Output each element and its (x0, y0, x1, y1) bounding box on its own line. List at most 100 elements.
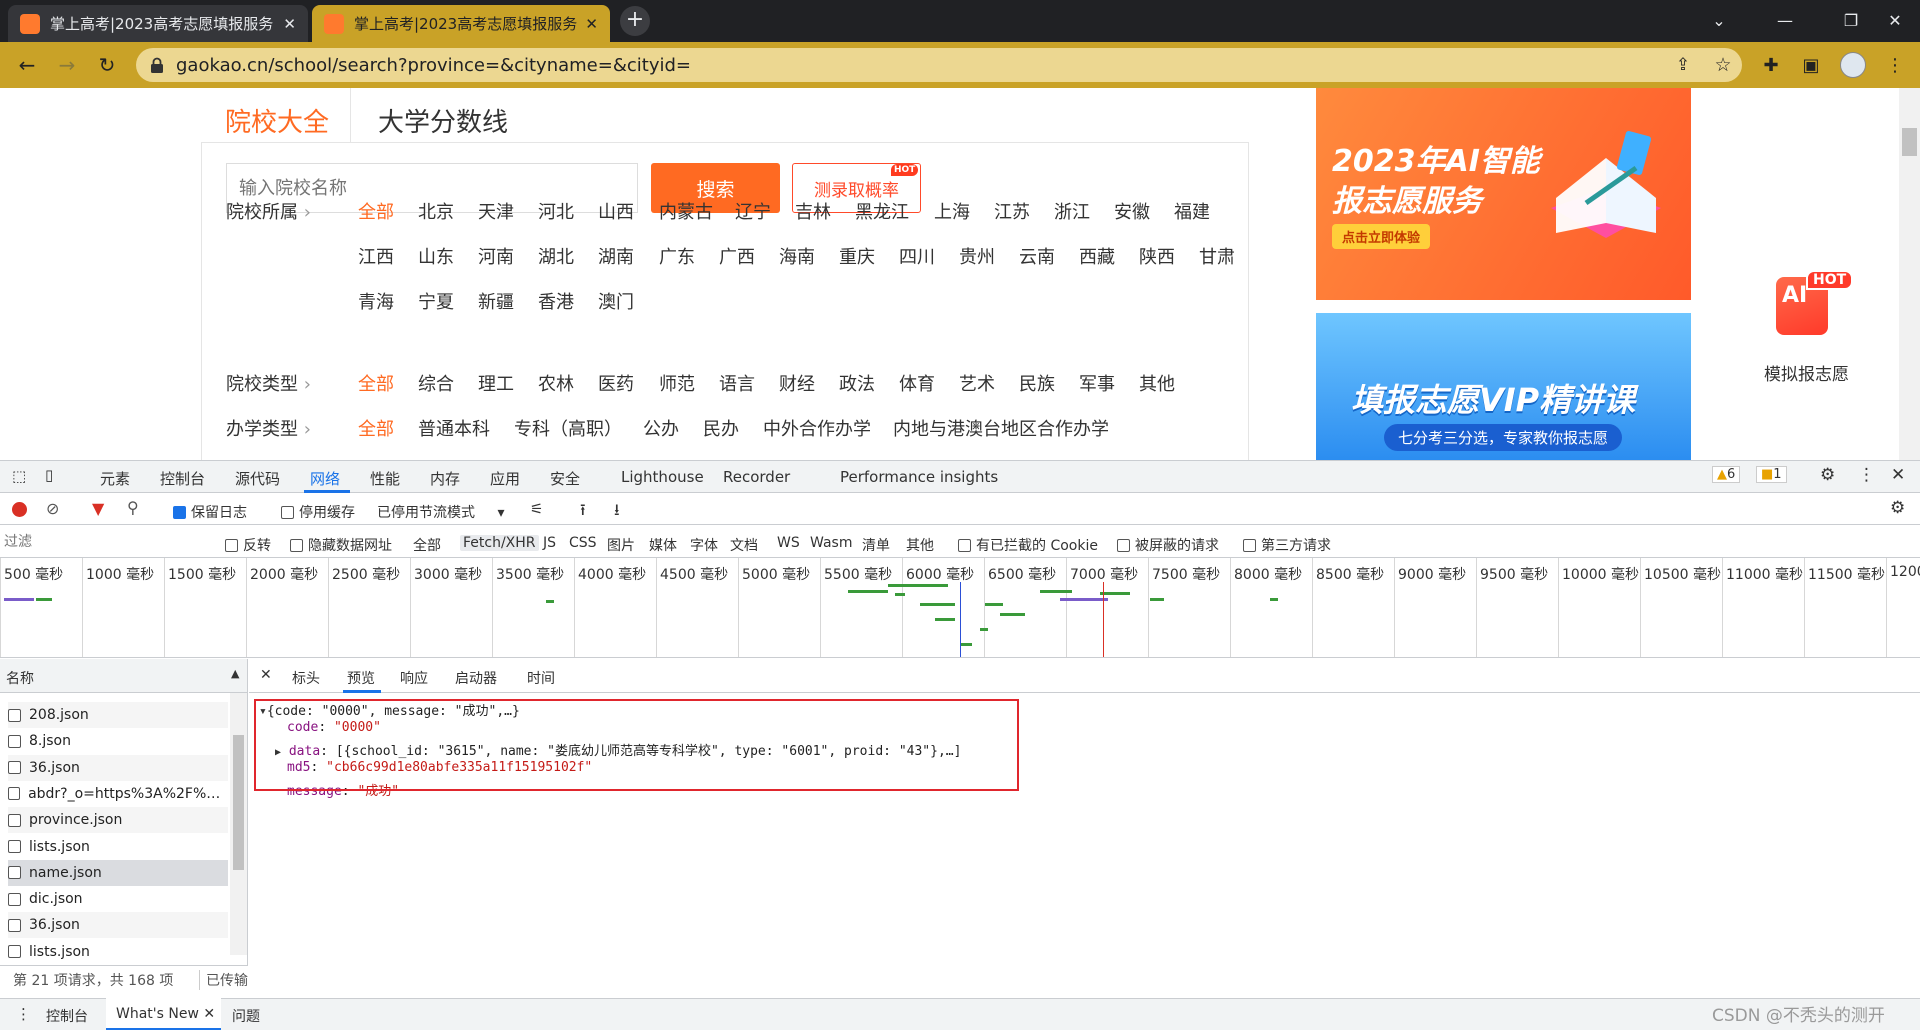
network-conditions-icon[interactable]: ⚟ (530, 500, 543, 518)
devtools-tab[interactable]: Lighthouse (621, 468, 704, 486)
checkbox[interactable] (290, 539, 303, 552)
tab-school-list[interactable]: 院校大全 (225, 102, 329, 139)
profile-avatar[interactable] (1840, 52, 1866, 78)
request-row[interactable]: lists.json (8, 833, 228, 860)
resource-type-filter[interactable]: JS (543, 535, 556, 551)
type-option[interactable]: 综合 (418, 370, 454, 396)
region-option[interactable]: 四川 (899, 243, 935, 269)
region-option[interactable]: 江西 (358, 243, 394, 269)
type-option[interactable]: 语言 (719, 370, 755, 396)
region-option[interactable]: 全部 (358, 198, 394, 224)
drawer-tab-issues[interactable]: 问题 (232, 1006, 260, 1026)
request-name[interactable]: province.json (29, 812, 122, 828)
request-checkbox[interactable] (8, 734, 21, 748)
region-option[interactable]: 浙江 (1054, 198, 1090, 224)
type-option[interactable]: 财经 (779, 370, 815, 396)
region-option[interactable]: 上海 (934, 198, 970, 224)
hide-data-urls-toggle[interactable]: 隐藏数据网址 (290, 535, 392, 555)
request-name[interactable]: 36.json (29, 917, 80, 933)
filter-icon[interactable]: ▼ (92, 499, 104, 518)
request-name[interactable]: lists.json (29, 839, 90, 855)
region-option[interactable]: 山东 (418, 243, 454, 269)
inspect-element-icon[interactable]: ⬚ (12, 467, 26, 485)
share-icon[interactable]: ⇪ (1668, 50, 1698, 80)
new-tab-button[interactable]: + (620, 6, 650, 36)
devtools-tab[interactable]: 源代码 (235, 468, 280, 489)
region-option[interactable]: 天津 (478, 198, 514, 224)
blocked-requests-toggle[interactable]: 被屏蔽的请求 (1117, 535, 1219, 555)
region-option[interactable]: 广东 (659, 243, 695, 269)
device-toolbar-icon[interactable]: ▯ (45, 466, 53, 484)
close-icon[interactable]: ✕ (283, 15, 296, 33)
close-icon[interactable]: ✕ (203, 1006, 215, 1022)
devtools-tab[interactable]: 性能 (370, 468, 400, 489)
request-name[interactable]: name.json (29, 865, 102, 881)
level-option[interactable]: 全部 (358, 415, 394, 441)
devtools-tab[interactable]: 网络 (310, 468, 340, 489)
detail-tab[interactable]: 启动器 (455, 668, 497, 688)
region-option[interactable]: 云南 (1019, 243, 1055, 269)
detail-tab[interactable]: 响应 (400, 668, 428, 688)
mock-application-label[interactable]: 模拟报志愿 (1764, 360, 1849, 385)
request-checkbox[interactable] (8, 866, 21, 880)
request-row[interactable]: 36.json (8, 754, 228, 781)
preserve-log-toggle[interactable]: 保留日志 (173, 502, 247, 522)
region-option[interactable]: 宁夏 (418, 288, 454, 314)
level-option[interactable]: 专科（高职） (514, 415, 622, 441)
request-checkbox[interactable] (8, 708, 21, 722)
region-option[interactable]: 陕西 (1139, 243, 1175, 269)
resource-type-filter[interactable]: 清单 (862, 535, 890, 555)
region-option[interactable]: 西藏 (1079, 243, 1115, 269)
type-option[interactable]: 医药 (598, 370, 634, 396)
network-overview-timeline[interactable]: 500 毫秒 1000 毫秒 1500 毫秒 2000 毫秒 2500 毫秒 3000 毫… (0, 558, 1920, 658)
resource-type-filter[interactable]: Wasm (810, 535, 852, 551)
devtools-tab[interactable]: Recorder (723, 468, 790, 486)
request-checkbox[interactable] (8, 945, 21, 959)
checkbox[interactable] (1243, 539, 1256, 552)
checkbox[interactable] (1117, 539, 1130, 552)
checkbox-checked[interactable] (173, 506, 186, 519)
invert-toggle[interactable]: 反转 (225, 535, 271, 555)
region-option[interactable]: 香港 (538, 288, 574, 314)
region-option[interactable]: 重庆 (839, 243, 875, 269)
level-option[interactable]: 民办 (703, 415, 739, 441)
settings-gear-icon[interactable]: ⚙ (1820, 465, 1835, 485)
request-checkbox[interactable] (8, 813, 21, 827)
region-option[interactable]: 北京 (418, 198, 454, 224)
request-checkbox[interactable] (8, 918, 21, 932)
clear-icon[interactable]: ⊘ (46, 499, 59, 518)
tab-score-lines[interactable]: 大学分数线 (378, 102, 508, 139)
close-window-icon[interactable]: ✕ (1862, 0, 1920, 40)
region-option[interactable]: 新疆 (478, 288, 514, 314)
request-name[interactable]: abdr?_o=https%3A%2F%2Fw... (28, 786, 228, 802)
type-option[interactable]: 体育 (899, 370, 935, 396)
request-row[interactable]: lists.json (8, 938, 228, 965)
bookmark-star-icon[interactable]: ☆ (1708, 50, 1738, 80)
import-har-icon[interactable]: ⭱ (580, 499, 586, 526)
request-row[interactable]: 8.json (8, 728, 228, 755)
record-icon[interactable] (12, 502, 27, 517)
detail-tab[interactable]: 标头 (292, 668, 320, 688)
request-list-scrollbar-thumb[interactable] (233, 735, 244, 870)
drawer-tab-console[interactable]: 控制台 (46, 1006, 88, 1026)
issues-badge[interactable]: ■1 (1756, 466, 1787, 483)
region-option[interactable]: 贵州 (959, 243, 995, 269)
request-name[interactable]: dic.json (29, 891, 83, 907)
throttling-select[interactable]: 已停用节流模式 ▾ (377, 502, 504, 522)
request-checkbox[interactable] (8, 892, 21, 906)
resource-type-filter[interactable]: 全部 (413, 535, 441, 555)
level-option[interactable]: 中外合作办学 (763, 415, 871, 441)
vip-course-banner[interactable]: 填报志愿VIP精讲课 七分考三分选，专家教你报志愿 (1316, 313, 1691, 460)
third-party-toggle[interactable]: 第三方请求 (1243, 535, 1331, 555)
tab-search-icon[interactable]: ⌄ (1686, 0, 1752, 40)
type-option[interactable]: 全部 (358, 370, 394, 396)
region-option[interactable]: 山西 (598, 198, 634, 224)
devtools-tab[interactable]: 元素 (100, 468, 130, 489)
detail-tab[interactable]: 时间 (527, 668, 555, 688)
url-text[interactable]: gaokao.cn/school/search?province=&cityna… (176, 55, 691, 76)
forward-arrow-icon[interactable]: → (52, 50, 82, 80)
resource-type-filter[interactable]: 媒体 (649, 535, 677, 555)
warnings-badge[interactable]: ▲6 (1712, 466, 1741, 483)
level-option[interactable]: 普通本科 (418, 415, 490, 441)
network-filter-input[interactable] (4, 530, 212, 554)
